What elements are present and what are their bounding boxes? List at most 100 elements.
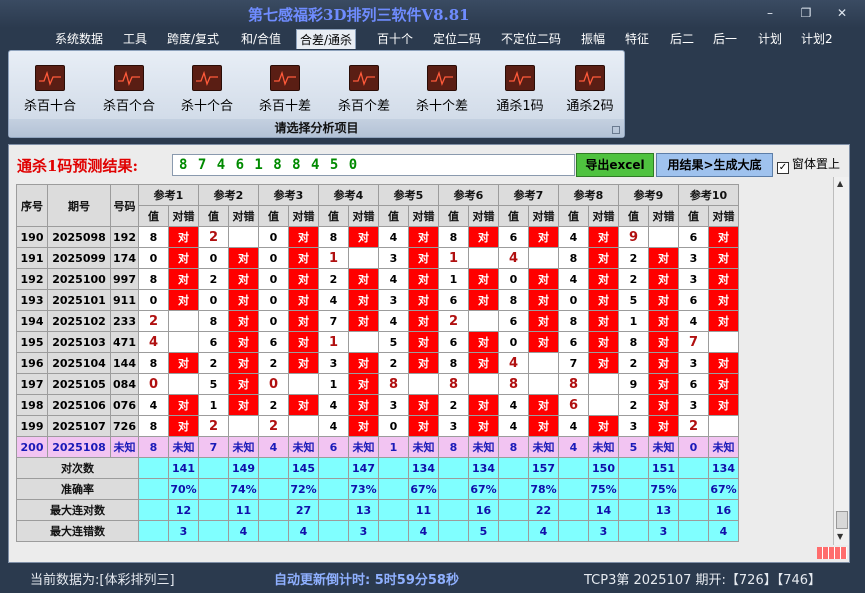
table-row[interactable]: 194 2025102 233 2 8 对 0 对 7 对 4 对 2 6 对 8 对 1 对 4 对 [16,310,739,332]
cell-result-ok: 对 [528,415,559,437]
prediction-output[interactable]: 8 7 4 6 1 8 8 4 5 0 [172,154,575,176]
cell-result-ok: 对 [648,373,679,395]
cell-value: 8 [138,226,169,248]
stat-value: 4 [408,520,439,542]
menu-item[interactable]: 特征 [622,29,652,49]
ribbon-button[interactable]: 通杀2码 [555,65,625,114]
cell-result-empty [468,310,499,332]
cell-value: 6 [558,394,589,416]
table-row[interactable]: 196 2025104 144 8 对 2 对 2 对 3 对 2 对 8 对 4 7 对 2 对 3 对 [16,352,739,374]
menu-item[interactable]: 跨度/复式 [164,29,222,49]
stat-spacer [558,499,589,521]
header-result: 对错 [528,205,559,227]
ribbon-button[interactable]: 通杀1码 [485,65,555,114]
scroll-down-icon[interactable]: ▼ [837,532,843,541]
ribbon-button[interactable]: 杀百个差 [329,65,399,114]
cell-result-empty [528,352,559,374]
expand-corner-icon[interactable] [612,126,620,134]
table-row[interactable]: 198 2025106 076 4 对 1 对 2 对 4 对 3 对 2 对 4 对 6 2 对 3 对 [16,394,739,416]
ribbon-button[interactable]: 杀百十差 [250,65,320,114]
future-value: 6 [318,436,349,458]
header-result: 对错 [228,205,259,227]
header-result: 对错 [588,205,619,227]
menu-item[interactable]: 合差/通杀 [296,29,357,49]
menu-item[interactable]: 百十个 [374,29,416,49]
cell-value: 4 [558,415,589,437]
menu-item[interactable]: 计划 [755,29,785,49]
checkbox-icon[interactable]: ✓ [777,162,789,174]
ribbon-button[interactable]: 杀百个合 [94,65,164,114]
stat-spacer [318,520,349,542]
menu-item[interactable]: 后二 [667,29,697,49]
vertical-scrollbar[interactable]: ▲ ▼ [833,177,849,545]
future-value: 4 [558,436,589,458]
stat-spacer [438,478,469,500]
chart-icon [575,65,605,91]
pin-window-checkbox[interactable]: ✓ 窗体置上 [777,155,840,174]
ribbon-button[interactable]: 杀十个差 [407,65,477,114]
scroll-up-icon[interactable]: ▲ [837,179,843,188]
future-unknown: 未知 [468,436,499,458]
cell-value: 3 [678,352,709,374]
menu-item[interactable]: 不定位二码 [498,29,564,49]
ribbon-button[interactable]: 杀百十合 [15,65,85,114]
cell-value: 4 [378,226,409,248]
menu-item[interactable]: 定位二码 [430,29,484,49]
cell-result-ok: 对 [408,331,439,353]
ribbon-button[interactable]: 杀十个合 [172,65,242,114]
row-seq: 199 [16,415,48,437]
cell-value: 2 [438,310,469,332]
table-row[interactable]: 192 2025100 997 8 对 2 对 0 对 2 对 4 对 1 对 0 对 4 对 2 对 3 对 [16,268,739,290]
table-row[interactable]: 195 2025103 471 4 6 对 6 对 1 5 对 6 对 0 对 6 对 8 对 7 [16,331,739,353]
ribbon-button-label: 通杀1码 [496,99,544,114]
table-row[interactable]: 199 2025107 726 8 对 2 2 4 对 0 对 3 对 4 对 4 对 3 对 2 [16,415,739,437]
future-unknown: 未知 [408,436,439,458]
row-code: 144 [110,352,139,374]
row-period: 2025101 [47,289,111,311]
header-value: 值 [558,205,589,227]
cell-result-ok: 对 [168,415,199,437]
export-excel-button[interactable]: 导出excel [576,153,654,177]
maximize-icon[interactable]: ❐ [796,6,816,20]
stat-value: 75% [588,478,619,500]
menu-item[interactable]: 振幅 [578,29,608,49]
cell-result-empty [588,373,619,395]
stat-label: 最大连错数 [16,520,139,542]
cell-result-ok: 对 [468,394,499,416]
cell-value: 4 [498,247,529,269]
table-row[interactable]: 197 2025105 084 0 5 对 0 1 对 8 8 8 8 9 对 6 对 [16,373,739,395]
cell-result-ok: 对 [588,415,619,437]
menu-item[interactable]: 工具 [120,29,150,49]
minimize-icon[interactable]: – [760,6,780,20]
row-period: 2025107 [47,415,111,437]
stat-spacer [558,520,589,542]
header-value: 值 [318,205,349,227]
scroll-thumb[interactable] [836,511,848,529]
table-row[interactable]: 191 2025099 174 0 对 0 对 0 对 1 3 对 1 4 8 对 2 对 3 对 [16,247,739,269]
menu-item[interactable]: 计划2 [798,29,836,49]
cell-result-empty [168,373,199,395]
cell-result-ok: 对 [228,352,259,374]
header-ref: 参考4 [318,184,379,206]
generate-base-button[interactable]: 用结果>生成大底 [656,153,773,177]
progress-indicator [817,547,847,559]
row-code: 174 [110,247,139,269]
cell-result-ok: 对 [408,268,439,290]
cell-value: 8 [438,352,469,374]
table-row[interactable]: 193 2025101 911 0 对 0 对 0 对 4 对 3 对 6 对 8 对 0 对 5 对 6 对 [16,289,739,311]
header-ref: 参考8 [558,184,619,206]
cell-result-ok: 对 [648,415,679,437]
cell-value: 3 [378,289,409,311]
cell-value: 6 [678,373,709,395]
stat-value: 134 [708,457,739,479]
menu-item[interactable]: 系统数据 [52,29,106,49]
future-unknown: 未知 [648,436,679,458]
cell-value: 8 [438,226,469,248]
cell-value: 4 [138,331,169,353]
future-row[interactable]: 200 2025108 未知 8 未知 7 未知 4 未知 6 未知 1 未知 8 未知 8 未知 4 未知 5 未知 0… [16,436,739,458]
menu-item[interactable]: 后一 [710,29,740,49]
close-icon[interactable]: ✕ [832,6,852,20]
future-value: 8 [438,436,469,458]
table-row[interactable]: 190 2025098 192 8 对 2 0 对 8 对 4 对 8 对 6 对 4 对 9 6 对 [16,226,739,248]
menu-item[interactable]: 和/合值 [238,29,284,49]
